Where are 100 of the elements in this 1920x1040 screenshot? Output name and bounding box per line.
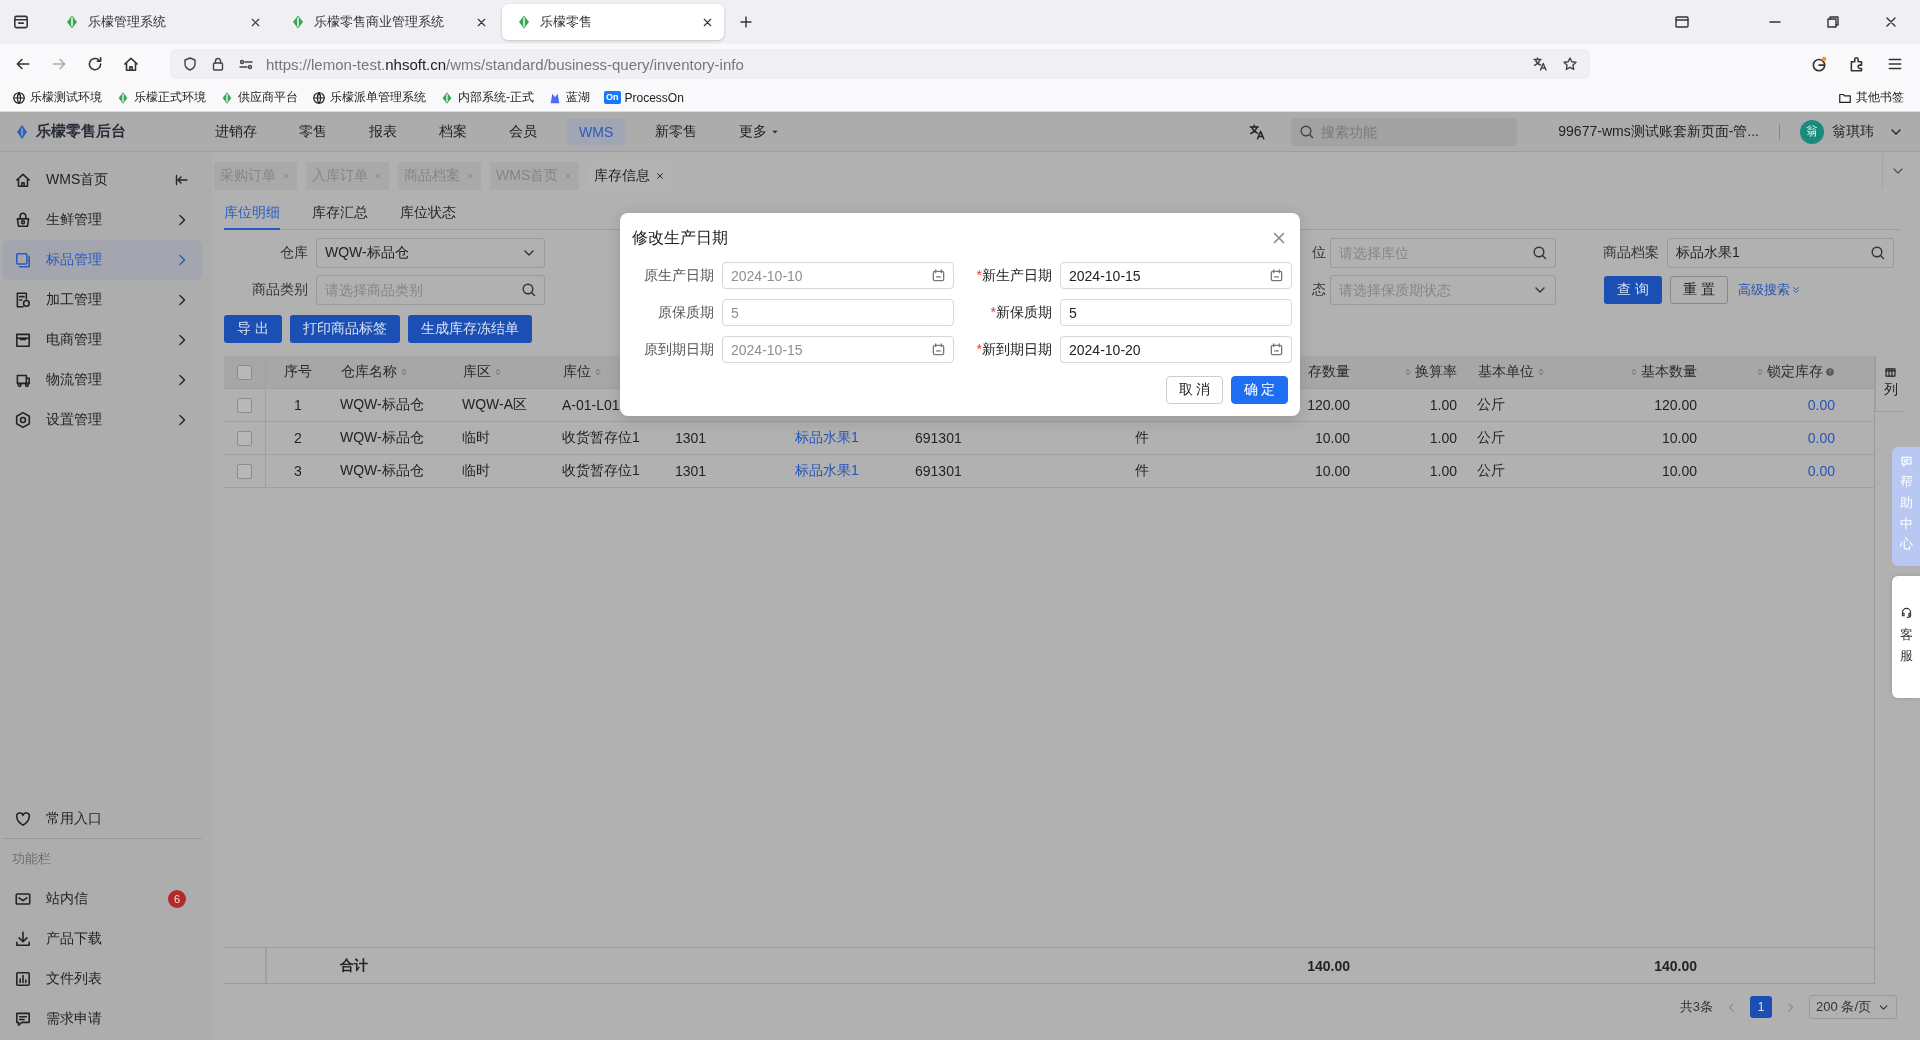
search-field[interactable]: 标品水果1 — [1667, 238, 1894, 268]
page-size-select[interactable]: 200 条/页 — [1809, 995, 1897, 1019]
checkbox[interactable] — [237, 364, 252, 380]
bookmark[interactable]: On ProcessOn — [604, 90, 684, 105]
mail-icon — [14, 890, 32, 908]
home-icon — [14, 171, 32, 189]
collapse-icon[interactable] — [174, 172, 190, 188]
sidebar-item[interactable]: 电商管理 — [2, 320, 202, 360]
field-label: *新生产日期 — [975, 266, 1053, 285]
reload-icon[interactable] — [86, 55, 104, 73]
leaf-icon — [516, 14, 532, 30]
action-button[interactable]: 打印商品标签 — [289, 315, 400, 343]
page-button[interactable]: 1 — [1750, 996, 1773, 1018]
bookmark-folder[interactable]: 其他书签 — [1838, 89, 1904, 106]
column-settings-button[interactable]: 列 — [1875, 356, 1905, 412]
field-label: 原生产日期 — [643, 266, 715, 285]
leaf-icon — [220, 90, 234, 105]
select-field[interactable]: WQW-标品仓 — [316, 238, 545, 268]
restore-icon[interactable] — [1825, 14, 1841, 30]
table-cell: 1.00 — [1429, 430, 1457, 446]
nav-item[interactable]: 更多 — [727, 118, 793, 145]
leaf-icon — [440, 90, 454, 105]
nav-item[interactable]: 零售 — [287, 118, 339, 145]
field-label: 仓库 — [279, 244, 309, 262]
column-header: 序号 — [284, 363, 312, 381]
bookmark[interactable]: 乐檬正式环境 — [116, 89, 206, 106]
processon-icon: On — [604, 91, 621, 104]
cancel-button[interactable]: 取 消 — [1166, 376, 1223, 404]
plus-icon[interactable] — [738, 14, 754, 30]
tab-list-icon[interactable] — [12, 13, 30, 31]
browser-tab[interactable]: 乐檬管理系统 — [50, 4, 272, 40]
avatar[interactable]: 翁 — [1800, 119, 1824, 144]
table-cell: 收货暂存位1 — [562, 429, 640, 447]
nav-item[interactable]: 档案 — [427, 118, 479, 145]
bookmark[interactable]: 内部系统-正式 — [440, 89, 534, 106]
action-button[interactable]: 生成库存冻结单 — [407, 315, 532, 343]
input-field[interactable]: 5 — [1060, 299, 1292, 326]
leaf-icon — [64, 14, 80, 30]
browser-tab[interactable]: 乐檬零售 — [502, 4, 724, 40]
headset-icon — [1899, 606, 1913, 619]
reset-button[interactable]: 重 置 — [1669, 276, 1728, 304]
sub-tab[interactable]: 库位状态 — [400, 194, 456, 230]
action-button[interactable]: 导 出 — [224, 315, 282, 343]
checkbox[interactable] — [237, 397, 252, 413]
nav-item[interactable]: 报表 — [357, 118, 409, 145]
sidebar-item[interactable]: WMS首页 — [2, 160, 202, 200]
query-button[interactable]: 查 询 — [1604, 276, 1662, 304]
sidebar-item[interactable]: 常用入口 — [2, 799, 202, 839]
column-header: 锁定库存 — [1755, 363, 1835, 381]
nav-item[interactable]: 新零售 — [643, 118, 710, 145]
column-header: 基本单位 — [1478, 363, 1546, 381]
account-icon[interactable] — [1810, 55, 1828, 73]
bookmark[interactable]: 乐檬派单管理系统 — [312, 89, 426, 106]
star-icon[interactable] — [1562, 56, 1578, 72]
table-cell: 10.00 — [1661, 430, 1697, 446]
total-label: 合计 — [340, 956, 368, 975]
browser-tab[interactable]: 乐檬零售商业管理系统 — [276, 4, 498, 40]
sidebar-item[interactable]: 文件列表 — [2, 959, 202, 999]
total-value: 140.00 — [1307, 957, 1350, 974]
table-cell: 公斤 — [1477, 462, 1505, 480]
sidebar-item[interactable]: 设置管理 — [2, 400, 202, 440]
sidebar-item[interactable]: 加工管理 — [2, 280, 202, 320]
sub-tab[interactable]: 库存汇总 — [312, 194, 368, 230]
section-title: 功能栏 — [11, 850, 52, 868]
field-label: 位 — [1312, 244, 1327, 262]
translate-icon[interactable] — [1248, 122, 1267, 141]
checkbox[interactable] — [237, 430, 252, 446]
date-field[interactable]: 2024-10-15 — [1060, 262, 1292, 289]
checkbox[interactable] — [237, 463, 252, 479]
account-name[interactable]: 99677-wms测试账套新页面-管... — [1558, 122, 1759, 141]
address-bar[interactable]: https://lemon-test.nhsoft.cn/wms/standard/business-query/inventory-info — [170, 49, 1590, 79]
sort-icon — [399, 367, 409, 377]
nav-item[interactable]: 会员 — [497, 118, 549, 145]
sidebar-item[interactable]: 需求申请 — [2, 999, 202, 1039]
url-text: https://lemon-test.nhsoft.cn/wms/standard/business-query/inventory-info — [266, 55, 744, 73]
bookmark[interactable]: 蓝湖 — [548, 89, 590, 106]
field-label: *新到期日期 — [975, 340, 1053, 359]
user-name[interactable]: 翁琪玮 — [1832, 122, 1874, 141]
bookmark[interactable]: 乐檬测试环境 — [12, 89, 102, 106]
search-icon — [521, 282, 537, 298]
date-field[interactable]: 2024-10-20 — [1060, 336, 1292, 363]
sidebar-item[interactable]: 物流管理 — [2, 360, 202, 400]
sidebar-item[interactable]: 站内信 6 — [2, 879, 202, 919]
table-cell: 10.00 — [1661, 463, 1697, 479]
translate-icon[interactable] — [1532, 56, 1548, 72]
calendar-icon — [931, 268, 946, 283]
sort-icon — [1755, 367, 1765, 377]
home-icon[interactable] — [122, 55, 140, 73]
nav-item[interactable]: 进销存 — [203, 118, 269, 145]
bookmark[interactable]: 供应商平台 — [220, 89, 298, 106]
leaf-icon — [290, 14, 306, 30]
sidebar-item[interactable]: 产品下载 — [2, 919, 202, 959]
close-icon[interactable] — [655, 171, 666, 181]
confirm-button[interactable]: 确 定 — [1231, 376, 1288, 404]
total-value: 140.00 — [1654, 957, 1697, 974]
customer-service-tab[interactable]: 客服 — [1892, 576, 1920, 698]
sidebar-item[interactable]: 生鲜管理 — [2, 200, 202, 240]
window-icon[interactable] — [1674, 14, 1690, 30]
dialog-title: 修改生产日期 — [632, 227, 729, 248]
download-icon — [14, 930, 32, 948]
